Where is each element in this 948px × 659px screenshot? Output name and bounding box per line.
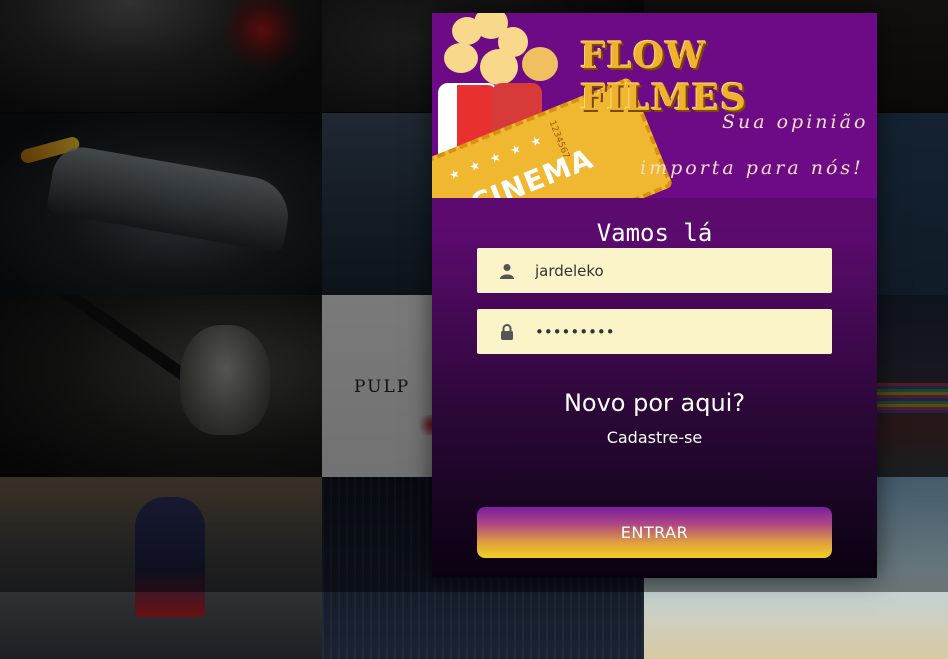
- ticket-label: CINEMA: [465, 141, 598, 198]
- star-icon: ★: [446, 165, 463, 183]
- star-icon: ★: [467, 157, 483, 175]
- poster-decoration: [222, 0, 302, 70]
- tagline-line-2: importa para nós!: [640, 157, 864, 179]
- tagline-line-1: Sua opinião: [722, 111, 869, 133]
- poster-decoration: [45, 142, 295, 254]
- password-input[interactable]: [533, 321, 797, 342]
- ticket-number: 1234567: [546, 119, 571, 161]
- popcorn-kernel: [444, 43, 478, 73]
- poster-tile: [0, 477, 322, 659]
- username-field[interactable]: [477, 248, 832, 293]
- lock-icon: [497, 322, 517, 342]
- poster-tile: [0, 113, 322, 295]
- login-submit-button[interactable]: ENTRAR: [477, 507, 832, 558]
- poster-tile: [0, 0, 322, 112]
- popcorn-kernel: [480, 49, 518, 85]
- new-user-prompt: Novo por aqui?: [563, 389, 746, 417]
- login-card: ★ ★ ★ ★ ★ CINEMA 1234567 FLOW FILMES Sua…: [432, 13, 877, 578]
- user-icon: [497, 261, 517, 281]
- login-heading: Vamos lá: [596, 219, 713, 247]
- username-input[interactable]: [533, 260, 797, 281]
- poster-decoration: [135, 497, 205, 617]
- password-field[interactable]: [477, 309, 832, 354]
- popcorn-kernel: [522, 47, 558, 81]
- poster-tile: [0, 295, 322, 477]
- signup-link[interactable]: Cadastre-se: [432, 428, 877, 447]
- star-icon: ★: [508, 141, 524, 159]
- star-icon: ★: [487, 149, 503, 167]
- brand-banner: ★ ★ ★ ★ ★ CINEMA 1234567 FLOW FILMES Sua…: [432, 13, 877, 198]
- poster-decoration: [180, 325, 270, 435]
- poster-title-text: PULP: [354, 377, 411, 397]
- brand-logo-title: FLOW FILMES: [580, 35, 747, 119]
- star-icon: ★: [528, 132, 544, 150]
